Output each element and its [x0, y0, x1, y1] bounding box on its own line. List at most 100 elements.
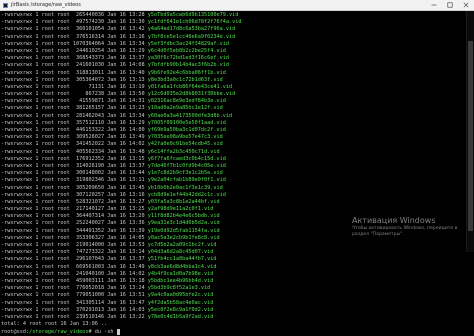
- file-list-line: -rwxrwxrwx 1 root root 307120257 Jan 16 …: [1, 192, 242, 199]
- file-meta: -rwxrwxrwx 1 root root 376516314 Jan 16 …: [1, 33, 148, 40]
- file-list-line: -rwxrwxrwx 1 root root 265440036 Jan 16 …: [1, 12, 242, 19]
- file-meta: -rwxrwxrwx 1 root root 776052018 Jan 16 …: [1, 285, 148, 292]
- watermark-subtitle: Чтобы активировать Windows, перейдите в …: [352, 226, 458, 237]
- file-list-line: -rwxrwxrwx 1 root root 217140127 Jan 16 …: [1, 206, 242, 213]
- file-meta: -rwxrwxrwx 1 root root 497574230 Jan 16 …: [1, 19, 148, 26]
- terminal-scrollbar[interactable]: [466, 11, 474, 252]
- file-meta: -rwxrwxrwx 1 root root 176912352 Jan 16 …: [1, 155, 148, 162]
- file-name: y7bfdfb90b14b4ac3f6b2b.vid: [147, 62, 229, 69]
- file-list-line: -rwxrwxrwx 1 root root 239510146 Jan 16 …: [1, 314, 242, 321]
- watermark-title: Активация Windows: [352, 216, 436, 225]
- file-list-line: -rwxrwxrwx 1 root root 41559871 Jan 16 1…: [1, 98, 242, 105]
- file-list-line: -rwxrwxrwx 1 root root 528321072 Jan 16 …: [1, 199, 242, 206]
- file-list-line: -rwxrwxrwx 1 root root 364407314 Jan 16 …: [1, 213, 242, 220]
- file-meta: -rwxrwxrwx 1 root root 217140127 Jan 16 …: [1, 206, 148, 213]
- file-list-line: -rwxrwxrwx 1 root root 219014000 Jan 16 …: [1, 242, 242, 249]
- minimize-icon[interactable]: [426, 0, 442, 10]
- file-meta: -rwxrwxrwx 1 root root 344491352 Jan 16 …: [1, 227, 148, 234]
- file-list-line: -rwxrwxrwx 1 root root 252240027 Jan 16 …: [1, 220, 242, 227]
- close-icon[interactable]: [458, 0, 474, 10]
- command-prompt[interactable]: root@ssd:/storage/raw_videos# du -sh: [1, 328, 242, 336]
- file-meta: -rwxrwxrwx 1 root root 341305114 Jan 16 …: [1, 299, 148, 306]
- file-name: y8e3bd3a0c1c72b1d63f.vid: [147, 76, 223, 83]
- file-meta: -rwxrwxrwx 1 root root 318813011 Jan 16 …: [1, 69, 148, 76]
- file-meta: -rwxrwxrwx 1 root root 219014000 Jan 16 …: [1, 242, 148, 248]
- file-name: y4a64ad17d8c6a53ba27f96a.vid: [147, 26, 236, 33]
- maximize-icon[interactable]: [442, 0, 458, 10]
- file-meta: -rwxrwxrwx 1 root root 779051000 Jan 16 …: [1, 292, 148, 299]
- file-name: y8cb3ae6d8d4bba1c4.vid: [147, 263, 217, 270]
- file-name: y2af98d9e11a2c0f1.vid: [147, 206, 214, 213]
- file-list-line: -rwxrwxrwx 1 root root 376516314 Jan 16 …: [1, 34, 242, 41]
- file-list-line: -rwxrwxrwx 1 root root 176912352 Jan 16 …: [1, 156, 242, 163]
- file-meta: -rwxrwxrwx 1 root root 357512110 Jan 16 …: [1, 119, 148, 126]
- file-meta: -rwxrwxrwx 1 root root 239510146 Jan 16 …: [1, 313, 148, 320]
- file-list-line: -rwxrwxrwx 1 root root 357512110 Jan 16 …: [1, 120, 242, 127]
- file-list-line: -rwxrwxrwx 1 root root 241601030 Jan 16 …: [1, 62, 242, 69]
- prompt-user-host: root@ssd:: [1, 329, 30, 336]
- file-name: y5bdbc1ee4b96bb4d.vid: [147, 277, 214, 284]
- file-meta: -rwxrwxrwx 1 root root 265440036 Jan 16 …: [1, 12, 148, 18]
- file-name: y01fa6a1fcb86f64e43ce41.vid: [147, 83, 233, 90]
- file-meta: -rwxrwxrwx 1 root root 528321072 Jan 16 …: [1, 198, 148, 205]
- file-meta: -rwxrwxrwx 1 root root 381265157 Jan 16 …: [1, 105, 148, 112]
- file-name: y5oTbd9a5cwb6d9b135100e79.vid: [147, 12, 239, 18]
- file-list-line: -rwxrwxrwx 1 root root 405562334 Jan 16 …: [1, 149, 242, 156]
- file-meta: -rwxrwxrwx 1 root root 241040100 Jan 16 …: [1, 270, 148, 277]
- file-name: y04d3a6d2a8c45d07.vid: [147, 249, 214, 256]
- file-name: y6f7fa6fcaed3c0b4c15d.vid: [147, 155, 226, 162]
- file-meta: -rwxrwxrwx 1 root root 747273322 Jan 16 …: [1, 249, 148, 256]
- text-cursor: [116, 328, 120, 335]
- window-controls: [426, 0, 474, 10]
- file-name: y5ef3fdbc3ac24f34829af.vid: [147, 40, 229, 47]
- file-name: y42fa0e0c01be54cdb45.vid: [147, 141, 223, 148]
- file-meta: -rwxrwxrwx 1 root root 296107043 Jan 16 …: [1, 256, 148, 263]
- file-meta: -rwxrwxrwx 1 root root 71131 Jan 16 13:1…: [1, 83, 148, 90]
- file-list-line: -rwxrwxrwx 1 root root 300148002 Jan 16 …: [1, 170, 242, 177]
- file-list-line: -rwxrwxrwx 1 root root 309526027 Jan 16 …: [1, 134, 242, 141]
- window-title: jirBasis /storage/raw_videos: [11, 2, 81, 8]
- file-list-line: -rwxrwxrwx 1 root root 381265157 Jan 16 …: [1, 105, 242, 112]
- file-name: y0ac5a3e2cb9b1fe8c8.vid: [147, 234, 220, 241]
- scrollbar-thumb[interactable]: [468, 41, 473, 231]
- file-name: y03fa5a3c8b1e2a44bf.vid: [147, 198, 220, 205]
- file-meta: -rwxrwxrwx 1 root root 341452022 Jan 16 …: [1, 141, 148, 148]
- file-list-line: -rwxrwxrwx 1 root root 370291013 Jan 16 …: [1, 307, 242, 314]
- window-titlebar[interactable]: jirBasis /storage/raw_videos: [0, 0, 474, 11]
- file-name: yf69b9a50ba3c1d07dc2f.vid: [147, 127, 226, 133]
- file-name: y9b6fe92e4c6bba06ff1b.vid: [147, 69, 226, 76]
- file-meta: -rwxrwxrwx 1 root root 368543373 Jan 16 …: [1, 55, 148, 62]
- file-name: y1e7c8d2b9cf3e1c2b5e.vid: [147, 170, 223, 177]
- file-name: y4b4f9ca1d0a7b98e.vid: [147, 270, 214, 277]
- file-name: ycb8d9e1ef44b42dd2c1c.vid: [147, 191, 226, 198]
- file-list-line: -rwxrwxrwx 1 root root 1070364064 Jan 16…: [1, 41, 242, 48]
- file-meta: -rwxrwxrwx 1 root root 370291013 Jan 16 …: [1, 306, 148, 313]
- prompt-directory: /storage/raw_videos: [29, 329, 89, 336]
- terminal-app-icon: [3, 2, 8, 8]
- file-name: yb10b0b2e0ac1f3e1c39.vid: [147, 184, 223, 191]
- file-list-line: -rwxrwxrwx 1 root root 341452022 Jan 16 …: [1, 141, 242, 148]
- file-list-line: -rwxrwxrwx 1 root root 747273322 Jan 16 …: [1, 249, 242, 256]
- file-meta: -rwxrwxrwx 1 root root 41559871 Jan 16 1…: [1, 98, 148, 105]
- file-list-line: -rwxrwxrwx 1 root root 446153322 Jan 16 …: [1, 127, 242, 134]
- file-meta: -rwxrwxrwx 1 root root 252240027 Jan 16 …: [1, 220, 148, 227]
- file-list-line: -rwxrwxrwx 1 root root 296107043 Jan 16 …: [1, 256, 242, 263]
- file-meta: -rwxrwxrwx 1 root root 307120257 Jan 16 …: [1, 191, 148, 198]
- file-meta: -rwxrwxrwx 1 root root 1070364064 Jan 16…: [1, 40, 148, 47]
- file-list-line: -rwxrwxrwx 1 root root 867238 Jan 16 13:…: [1, 91, 242, 98]
- file-name: y6c14ffa2b3c450c71d.vid: [147, 148, 220, 155]
- file-name: y5ec8f2e8c9a1f0d2.vid: [147, 306, 214, 313]
- file-name: y5bd3b9c8f52a1e3.vid: [147, 285, 211, 292]
- file-list-line: -rwxrwxrwx 1 root root 344491352 Jan 16 …: [1, 228, 242, 235]
- file-name: yc7d5b2a2a09c1bc2f.vid: [147, 242, 217, 248]
- file-list-line: -rwxrwxrwx 1 root root 459003111 Jan 16 …: [1, 278, 242, 285]
- summary-line: total: 4 root root 16 Jan 13:06 ..: [1, 321, 108, 328]
- file-name: y11f8d82b4e4e6c5bdb.vid: [147, 213, 220, 220]
- file-name: y12c6d035e2d8b8031f30bbe.vid: [147, 91, 236, 98]
- file-meta: -rwxrwxrwx 1 root root 241601030 Jan 16 …: [1, 62, 148, 69]
- file-name: y7de46f7b1c0fd9b4c05e.vid: [147, 162, 226, 169]
- file-list-line: -rwxrwxrwx 1 root root 497574230 Jan 16 …: [1, 19, 242, 26]
- file-name: y6c4d0f5eb0b2c2be25f4.vid: [147, 47, 226, 54]
- file-list-line: -rwxrwxrwx 1 root root 368543373 Jan 16 …: [1, 55, 242, 62]
- file-meta: -rwxrwxrwx 1 root root 405562334 Jan 16 …: [1, 148, 148, 155]
